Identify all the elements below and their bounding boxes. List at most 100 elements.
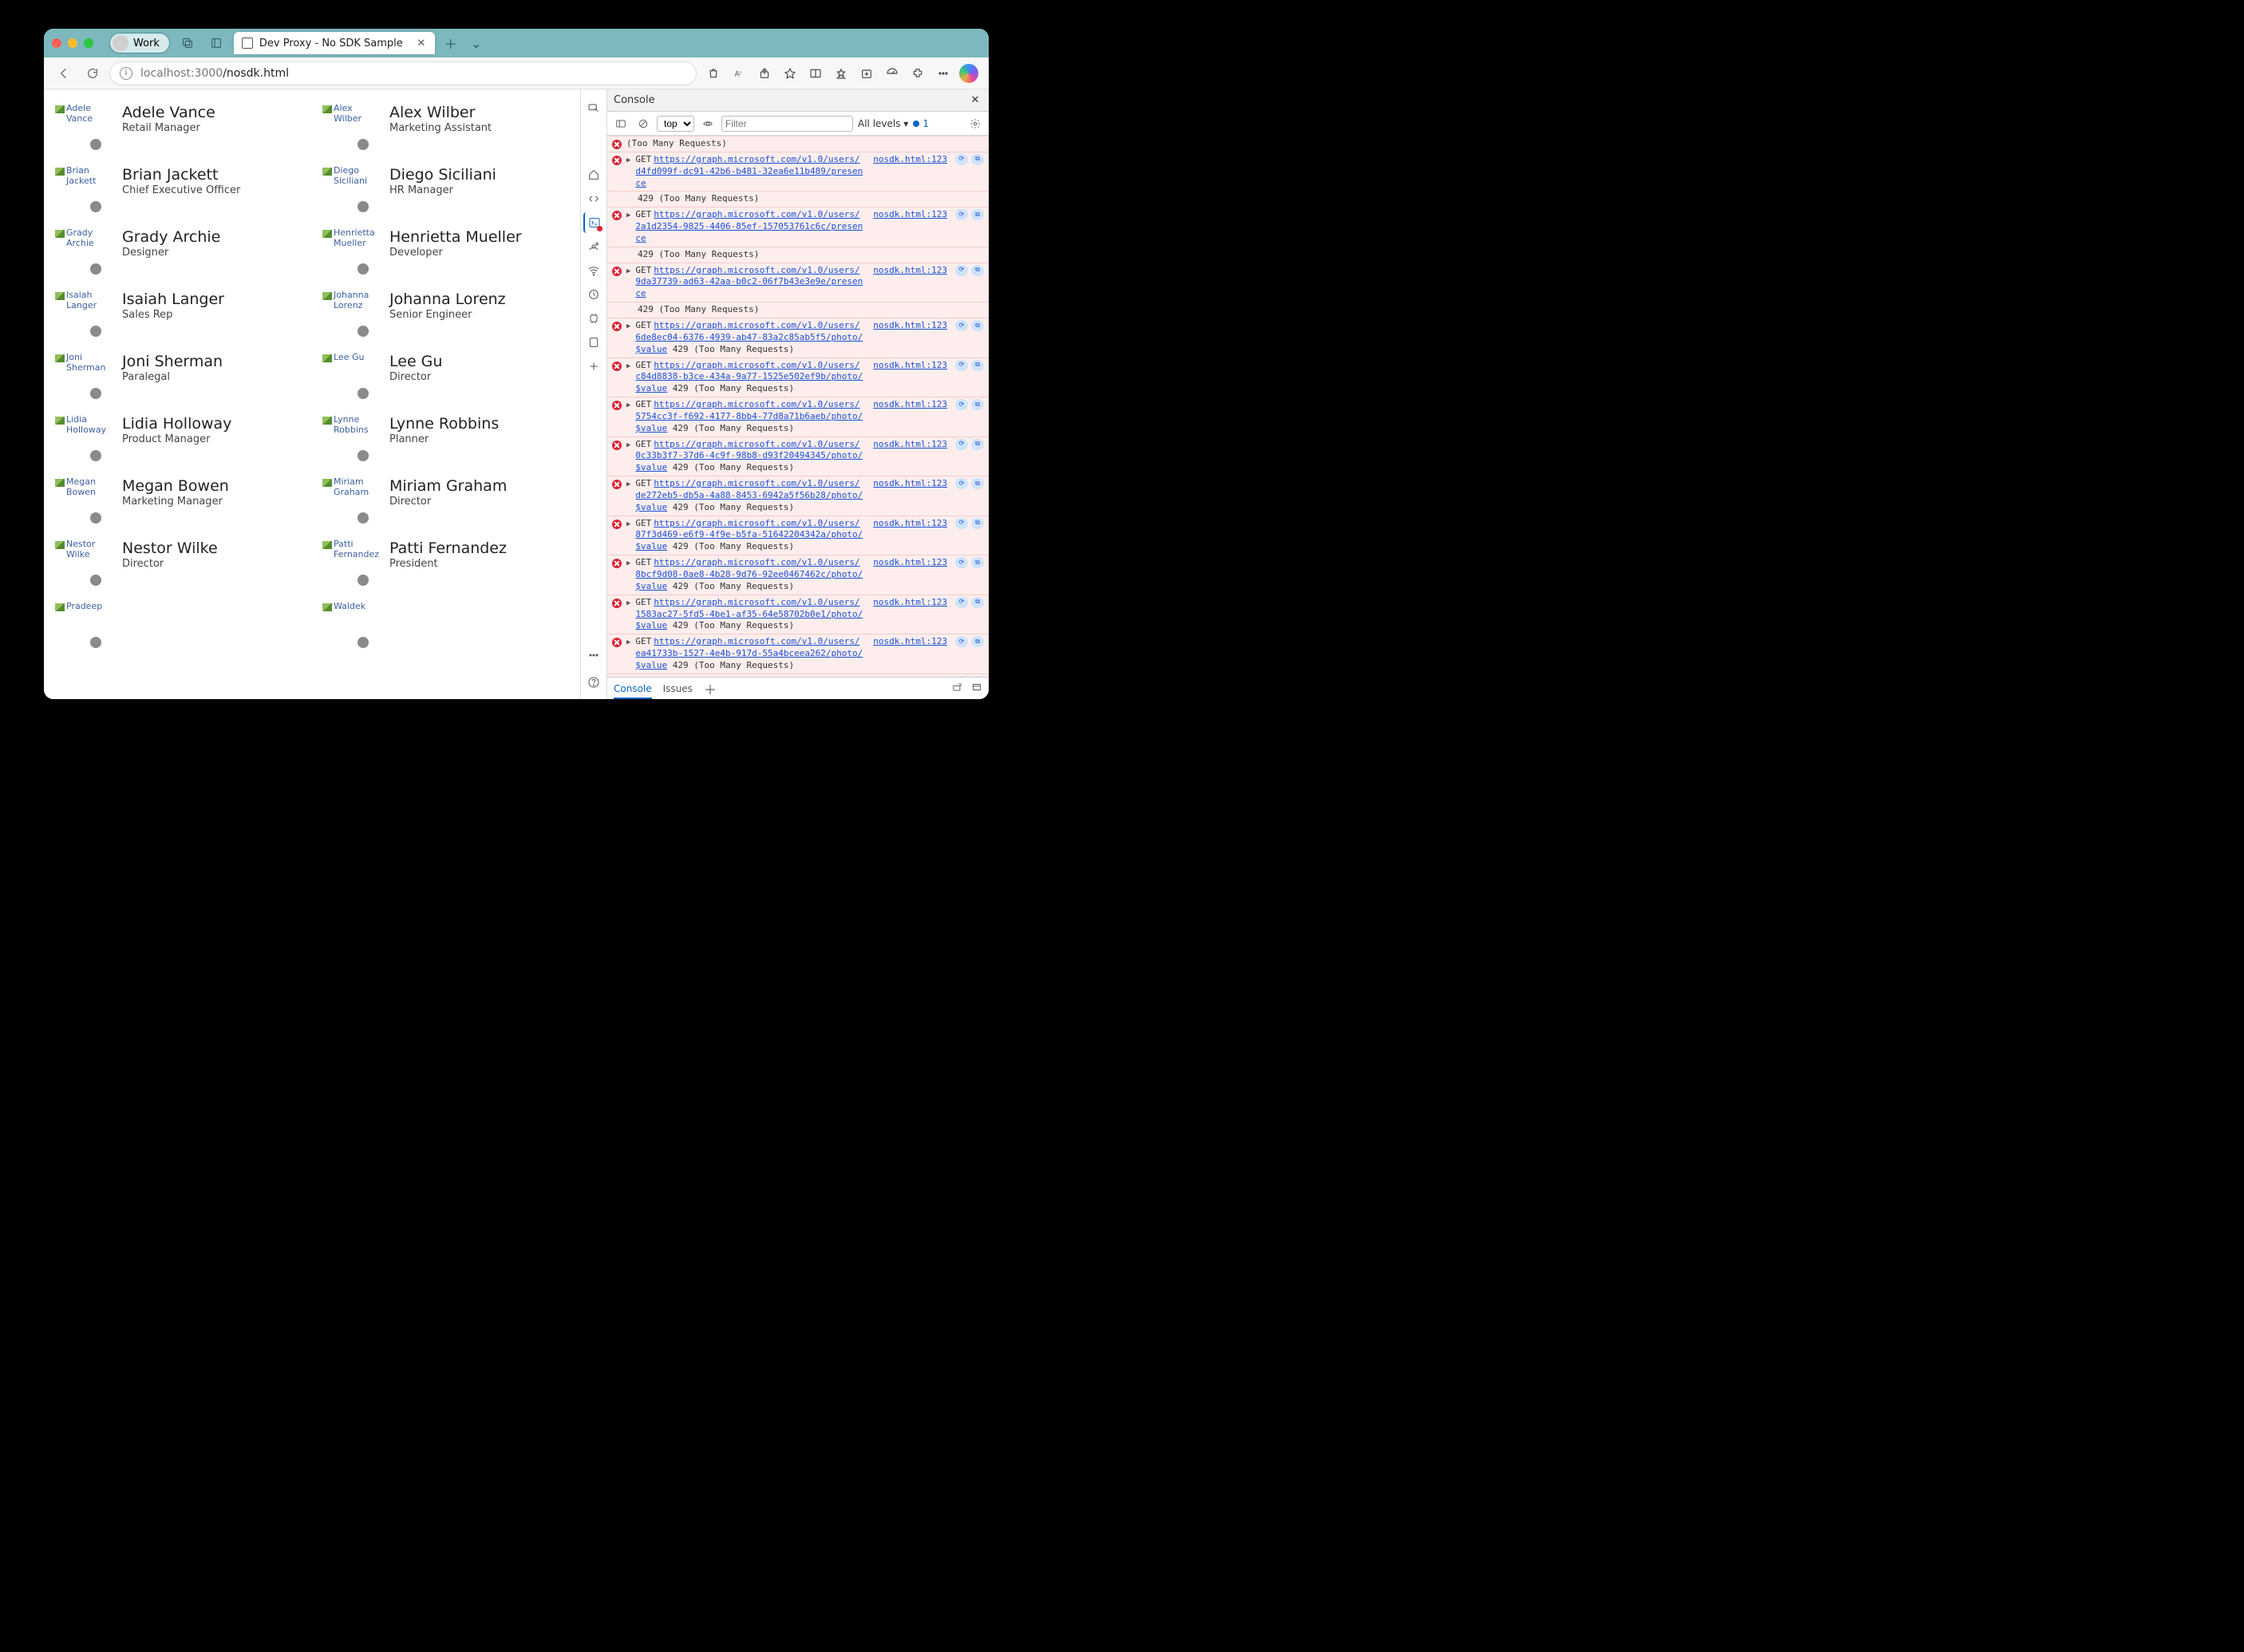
chip-icon[interactable]: ⟳ [955,597,968,608]
maximize-window-icon[interactable] [84,38,93,48]
console-error-row[interactable]: ▶GEThttps://graph.microsoft.com/v1.0/use… [607,595,989,634]
welcome-icon[interactable] [583,164,604,185]
console-error-row[interactable]: ▶GEThttps://graph.microsoft.com/v1.0/use… [607,207,989,247]
source-link[interactable]: nosdk.html:123 [873,439,947,475]
workspaces-icon[interactable] [176,32,199,54]
drawer-tab-console[interactable]: Console [614,683,652,699]
performance-icon[interactable] [880,61,904,85]
chip-icon[interactable]: ⧉ [971,360,984,371]
close-devtools-icon[interactable]: ✕ [968,93,982,108]
console-error-row[interactable]: ▶GEThttps://graph.microsoft.com/v1.0/use… [607,674,989,677]
sources-icon[interactable] [583,236,604,257]
more-icon[interactable] [931,61,955,85]
expand-icon[interactable]: ▶ [626,520,630,554]
split-screen-icon[interactable] [804,61,828,85]
back-button[interactable] [52,61,76,85]
extensions-icon[interactable] [906,61,930,85]
elements-icon[interactable] [583,188,604,209]
source-link[interactable]: nosdk.html:123 [873,557,947,593]
performance-tab-icon[interactable] [583,284,604,305]
refresh-button[interactable] [81,61,105,85]
error-url-link[interactable]: https://graph.microsoft.com/v1.0/users/9… [635,676,863,677]
source-link[interactable]: nosdk.html:123 [873,320,947,356]
read-aloud-icon[interactable]: A⁾ [727,61,751,85]
chip-icon[interactable]: ⧉ [971,557,984,568]
live-expression-icon[interactable] [699,115,717,132]
inspect-icon[interactable] [583,97,604,118]
share-icon[interactable] [753,61,776,85]
expand-icon[interactable]: ▶ [626,401,630,435]
console-error-row[interactable]: ▶GEThttps://graph.microsoft.com/v1.0/use… [607,397,989,437]
console-icon[interactable] [583,212,604,233]
chip-icon[interactable]: ⟳ [955,209,968,220]
chip-icon[interactable]: ⧉ [971,676,984,677]
chip-icon[interactable]: ⧉ [971,478,984,489]
expand-icon[interactable]: ▶ [626,441,630,475]
console-messages[interactable]: (Too Many Requests)▶GEThttps://graph.mic… [607,136,989,677]
minimize-window-icon[interactable] [68,38,77,48]
log-levels-select[interactable]: All levels ▾ [858,118,908,129]
chip-icon[interactable]: ⟳ [955,557,968,568]
error-url-link[interactable]: https://graph.microsoft.com/v1.0/users/d… [635,154,863,188]
console-error-row[interactable]: ▶GEThttps://graph.microsoft.com/v1.0/use… [607,358,989,397]
error-url-link[interactable]: https://graph.microsoft.com/v1.0/users/9… [635,265,863,299]
source-link[interactable]: nosdk.html:123 [873,636,947,672]
drawer-expand-icon[interactable] [971,682,982,695]
new-tab-button[interactable]: ＋ [441,34,460,53]
chip-icon[interactable]: ⟳ [955,478,968,489]
source-link[interactable]: nosdk.html:123 [873,676,947,677]
chip-icon[interactable]: ⟳ [955,636,968,647]
drawer-tab-issues[interactable]: Issues [663,683,693,694]
site-info-icon[interactable]: i [120,67,132,80]
browser-tab[interactable]: Dev Proxy - No SDK Sample ✕ [234,32,435,54]
source-link[interactable]: nosdk.html:123 [873,518,947,554]
source-link[interactable]: nosdk.html:123 [873,265,947,301]
sidebar-toggle-icon[interactable] [612,115,630,132]
clear-console-icon[interactable] [634,115,652,132]
favorites-bar-icon[interactable] [829,61,853,85]
expand-icon[interactable]: ▶ [626,362,630,396]
chip-icon[interactable]: ⧉ [971,636,984,647]
chip-icon[interactable]: ⟳ [955,265,968,276]
chip-icon[interactable]: ⟳ [955,399,968,410]
expand-icon[interactable]: ▶ [626,480,630,514]
address-bar[interactable]: i localhost:3000/nosdk.html [109,61,697,85]
shopping-icon[interactable] [701,61,725,85]
expand-icon[interactable]: ▶ [626,211,630,245]
copilot-icon[interactable] [957,61,981,85]
chip-icon[interactable]: ⟳ [955,676,968,677]
chip-icon[interactable]: ⧉ [971,439,984,450]
profile-switcher[interactable]: Work [109,33,170,53]
favorite-icon[interactable] [778,61,802,85]
chip-icon[interactable]: ⧉ [971,518,984,529]
chip-icon[interactable]: ⟳ [955,154,968,165]
source-link[interactable]: nosdk.html:123 [873,597,947,633]
chip-icon[interactable]: ⟳ [955,439,968,450]
more-tabs-icon[interactable] [583,356,604,377]
console-error-row[interactable]: ▶GEThttps://graph.microsoft.com/v1.0/use… [607,476,989,516]
source-link[interactable]: nosdk.html:123 [873,154,947,190]
expand-icon[interactable]: ▶ [626,322,630,356]
tab-actions-icon[interactable] [205,32,227,54]
close-window-icon[interactable] [52,38,61,48]
overflow-icon[interactable] [583,645,604,666]
console-error-row[interactable]: ▶GEThttps://graph.microsoft.com/v1.0/use… [607,555,989,595]
chip-icon[interactable]: ⧉ [971,265,984,276]
chip-icon[interactable]: ⧉ [971,399,984,410]
context-select[interactable]: top [657,116,694,132]
collections-icon[interactable] [855,61,879,85]
memory-icon[interactable] [583,308,604,329]
chip-icon[interactable]: ⧉ [971,154,984,165]
source-link[interactable]: nosdk.html:123 [873,478,947,514]
expand-icon[interactable]: ▶ [626,559,630,593]
application-icon[interactable] [583,332,604,353]
source-link[interactable]: nosdk.html:123 [873,360,947,396]
console-error-row[interactable]: ▶GEThttps://graph.microsoft.com/v1.0/use… [607,263,989,302]
console-settings-icon[interactable] [966,115,984,132]
chip-icon[interactable]: ⟳ [955,320,968,331]
chip-icon[interactable]: ⧉ [971,209,984,220]
expand-icon[interactable]: ▶ [626,267,630,301]
console-error-row[interactable]: ▶GEThttps://graph.microsoft.com/v1.0/use… [607,318,989,358]
chip-icon[interactable]: ⧉ [971,320,984,331]
chip-icon[interactable]: ⧉ [971,597,984,608]
